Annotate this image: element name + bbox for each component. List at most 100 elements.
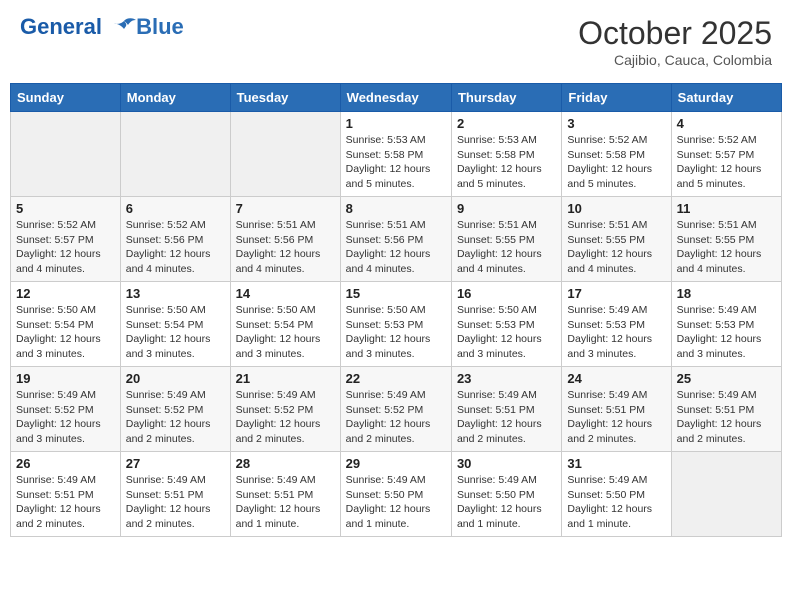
day-info: Sunrise: 5:52 AM Sunset: 5:57 PM Dayligh… bbox=[677, 133, 776, 192]
day-info: Sunrise: 5:50 AM Sunset: 5:54 PM Dayligh… bbox=[126, 303, 225, 362]
day-number: 6 bbox=[126, 201, 225, 216]
calendar-cell: 29 Sunrise: 5:49 AM Sunset: 5:50 PM Dayli… bbox=[340, 452, 451, 537]
day-info: Sunrise: 5:49 AM Sunset: 5:52 PM Dayligh… bbox=[346, 388, 446, 447]
weekday-header-monday: Monday bbox=[120, 84, 230, 112]
weekday-header-thursday: Thursday bbox=[451, 84, 561, 112]
calendar-cell: 12 Sunrise: 5:50 AM Sunset: 5:54 PM Dayli… bbox=[11, 282, 121, 367]
day-info: Sunrise: 5:52 AM Sunset: 5:56 PM Dayligh… bbox=[126, 218, 225, 277]
day-number: 3 bbox=[567, 116, 665, 131]
calendar-cell: 27Sunrise: 5:49 AM Sunset: 5:51 PM Dayli… bbox=[120, 452, 230, 537]
day-info: Sunrise: 5:51 AM Sunset: 5:55 PM Dayligh… bbox=[567, 218, 665, 277]
day-number: 9 bbox=[457, 201, 556, 216]
calendar-cell: 16 Sunrise: 5:50 AM Sunset: 5:53 PM Dayli… bbox=[451, 282, 561, 367]
day-number: 14 bbox=[236, 286, 335, 301]
location: Cajibio, Cauca, Colombia bbox=[578, 52, 772, 68]
weekday-header-sunday: Sunday bbox=[11, 84, 121, 112]
calendar-cell: 19Sunrise: 5:49 AM Sunset: 5:52 PM Dayli… bbox=[11, 367, 121, 452]
day-info: Sunrise: 5:53 AM Sunset: 5:58 PM Dayligh… bbox=[457, 133, 556, 192]
calendar-week-row: 26 Sunrise: 5:49 AM Sunset: 5:51 PM Dayli… bbox=[11, 452, 782, 537]
day-number: 21 bbox=[236, 371, 335, 386]
calendar-cell: 28Sunrise: 5:49 AM Sunset: 5:51 PM Dayli… bbox=[230, 452, 340, 537]
calendar-cell: 18 Sunrise: 5:49 AM Sunset: 5:53 PM Dayli… bbox=[671, 282, 781, 367]
title-block: October 2025 Cajibio, Cauca, Colombia bbox=[578, 15, 772, 68]
calendar-cell: 8 Sunrise: 5:51 AM Sunset: 5:56 PM Daylig… bbox=[340, 197, 451, 282]
calendar-cell: 6 Sunrise: 5:52 AM Sunset: 5:56 PM Daylig… bbox=[120, 197, 230, 282]
calendar-cell: 30 Sunrise: 5:49 AM Sunset: 5:50 PM Dayli… bbox=[451, 452, 561, 537]
day-info: Sunrise: 5:49 AM Sunset: 5:53 PM Dayligh… bbox=[567, 303, 665, 362]
day-info: Sunrise: 5:51 AM Sunset: 5:55 PM Dayligh… bbox=[677, 218, 776, 277]
day-info: Sunrise: 5:51 AM Sunset: 5:55 PM Dayligh… bbox=[457, 218, 556, 277]
day-number: 22 bbox=[346, 371, 446, 386]
calendar-cell: 4Sunrise: 5:52 AM Sunset: 5:57 PM Daylig… bbox=[671, 112, 781, 197]
day-info: Sunrise: 5:49 AM Sunset: 5:51 PM Dayligh… bbox=[567, 388, 665, 447]
day-number: 11 bbox=[677, 201, 776, 216]
weekday-header-tuesday: Tuesday bbox=[230, 84, 340, 112]
calendar-cell: 2Sunrise: 5:53 AM Sunset: 5:58 PM Daylig… bbox=[451, 112, 561, 197]
weekday-header-friday: Friday bbox=[562, 84, 671, 112]
calendar-cell: 25 Sunrise: 5:49 AM Sunset: 5:51 PM Dayli… bbox=[671, 367, 781, 452]
day-info: Sunrise: 5:51 AM Sunset: 5:56 PM Dayligh… bbox=[236, 218, 335, 277]
calendar-cell: 24 Sunrise: 5:49 AM Sunset: 5:51 PM Dayli… bbox=[562, 367, 671, 452]
day-info: Sunrise: 5:49 AM Sunset: 5:51 PM Dayligh… bbox=[236, 473, 335, 532]
day-info: Sunrise: 5:49 AM Sunset: 5:51 PM Dayligh… bbox=[677, 388, 776, 447]
day-info: Sunrise: 5:50 AM Sunset: 5:54 PM Dayligh… bbox=[16, 303, 115, 362]
day-number: 5 bbox=[16, 201, 115, 216]
day-number: 29 bbox=[346, 456, 446, 471]
calendar-week-row: 5Sunrise: 5:52 AM Sunset: 5:57 PM Daylig… bbox=[11, 197, 782, 282]
day-info: Sunrise: 5:50 AM Sunset: 5:53 PM Dayligh… bbox=[346, 303, 446, 362]
day-info: Sunrise: 5:52 AM Sunset: 5:58 PM Dayligh… bbox=[567, 133, 665, 192]
day-info: Sunrise: 5:50 AM Sunset: 5:53 PM Dayligh… bbox=[457, 303, 556, 362]
calendar-cell bbox=[120, 112, 230, 197]
calendar-cell: 20Sunrise: 5:49 AM Sunset: 5:52 PM Dayli… bbox=[120, 367, 230, 452]
day-number: 26 bbox=[16, 456, 115, 471]
day-info: Sunrise: 5:53 AM Sunset: 5:58 PM Dayligh… bbox=[346, 133, 446, 192]
day-number: 25 bbox=[677, 371, 776, 386]
day-number: 23 bbox=[457, 371, 556, 386]
day-number: 7 bbox=[236, 201, 335, 216]
day-number: 27 bbox=[126, 456, 225, 471]
calendar-table: SundayMondayTuesdayWednesdayThursdayFrid… bbox=[10, 83, 782, 537]
calendar-cell: 15Sunrise: 5:50 AM Sunset: 5:53 PM Dayli… bbox=[340, 282, 451, 367]
day-info: Sunrise: 5:49 AM Sunset: 5:50 PM Dayligh… bbox=[346, 473, 446, 532]
day-number: 17 bbox=[567, 286, 665, 301]
calendar-week-row: 19 Sunrise: 5:49 AM Sunset: 5:52 PM Dayli… bbox=[11, 367, 782, 452]
day-number: 8 bbox=[346, 201, 446, 216]
day-info: Sunrise: 5:49 AM Sunset: 5:52 PM Dayligh… bbox=[236, 388, 335, 447]
day-number: 16 bbox=[457, 286, 556, 301]
day-number: 19 bbox=[16, 371, 115, 386]
calendar-cell: 26 Sunrise: 5:49 AM Sunset: 5:51 PM Dayli… bbox=[11, 452, 121, 537]
day-number: 12 bbox=[16, 286, 115, 301]
day-number: 1 bbox=[346, 116, 446, 131]
weekday-header-saturday: Saturday bbox=[671, 84, 781, 112]
calendar-cell: 23 Sunrise: 5:49 AM Sunset: 5:51 PM Dayli… bbox=[451, 367, 561, 452]
calendar-cell bbox=[11, 112, 121, 197]
day-info: Sunrise: 5:51 AM Sunset: 5:56 PM Dayligh… bbox=[346, 218, 446, 277]
day-number: 18 bbox=[677, 286, 776, 301]
calendar-cell: 5Sunrise: 5:52 AM Sunset: 5:57 PM Daylig… bbox=[11, 197, 121, 282]
weekday-header-row: SundayMondayTuesdayWednesdayThursdayFrid… bbox=[11, 84, 782, 112]
calendar-cell: 31Sunrise: 5:49 AM Sunset: 5:50 PM Dayli… bbox=[562, 452, 671, 537]
day-number: 30 bbox=[457, 456, 556, 471]
calendar-cell: 1 Sunrise: 5:53 AM Sunset: 5:58 PM Daylig… bbox=[340, 112, 451, 197]
calendar-week-row: 1 Sunrise: 5:53 AM Sunset: 5:58 PM Daylig… bbox=[11, 112, 782, 197]
day-info: Sunrise: 5:49 AM Sunset: 5:51 PM Dayligh… bbox=[16, 473, 115, 532]
calendar-cell: 11 Sunrise: 5:51 AM Sunset: 5:55 PM Dayli… bbox=[671, 197, 781, 282]
calendar-cell: 13Sunrise: 5:50 AM Sunset: 5:54 PM Dayli… bbox=[120, 282, 230, 367]
day-number: 10 bbox=[567, 201, 665, 216]
day-number: 24 bbox=[567, 371, 665, 386]
calendar-cell: 21 Sunrise: 5:49 AM Sunset: 5:52 PM Dayli… bbox=[230, 367, 340, 452]
logo-bird-icon bbox=[110, 17, 138, 39]
day-info: Sunrise: 5:49 AM Sunset: 5:51 PM Dayligh… bbox=[457, 388, 556, 447]
calendar-cell: 7 Sunrise: 5:51 AM Sunset: 5:56 PM Daylig… bbox=[230, 197, 340, 282]
day-info: Sunrise: 5:49 AM Sunset: 5:50 PM Dayligh… bbox=[567, 473, 665, 532]
weekday-header-wednesday: Wednesday bbox=[340, 84, 451, 112]
calendar-cell: 9 Sunrise: 5:51 AM Sunset: 5:55 PM Daylig… bbox=[451, 197, 561, 282]
day-info: Sunrise: 5:50 AM Sunset: 5:54 PM Dayligh… bbox=[236, 303, 335, 362]
day-info: Sunrise: 5:49 AM Sunset: 5:53 PM Dayligh… bbox=[677, 303, 776, 362]
day-info: Sunrise: 5:49 AM Sunset: 5:50 PM Dayligh… bbox=[457, 473, 556, 532]
day-info: Sunrise: 5:49 AM Sunset: 5:52 PM Dayligh… bbox=[126, 388, 225, 447]
page-header: General Blue October 2025 Cajibio, Cauca… bbox=[10, 10, 782, 73]
calendar-cell: 3 Sunrise: 5:52 AM Sunset: 5:58 PM Daylig… bbox=[562, 112, 671, 197]
calendar-cell: 14 Sunrise: 5:50 AM Sunset: 5:54 PM Dayli… bbox=[230, 282, 340, 367]
logo-text: General bbox=[20, 15, 138, 39]
